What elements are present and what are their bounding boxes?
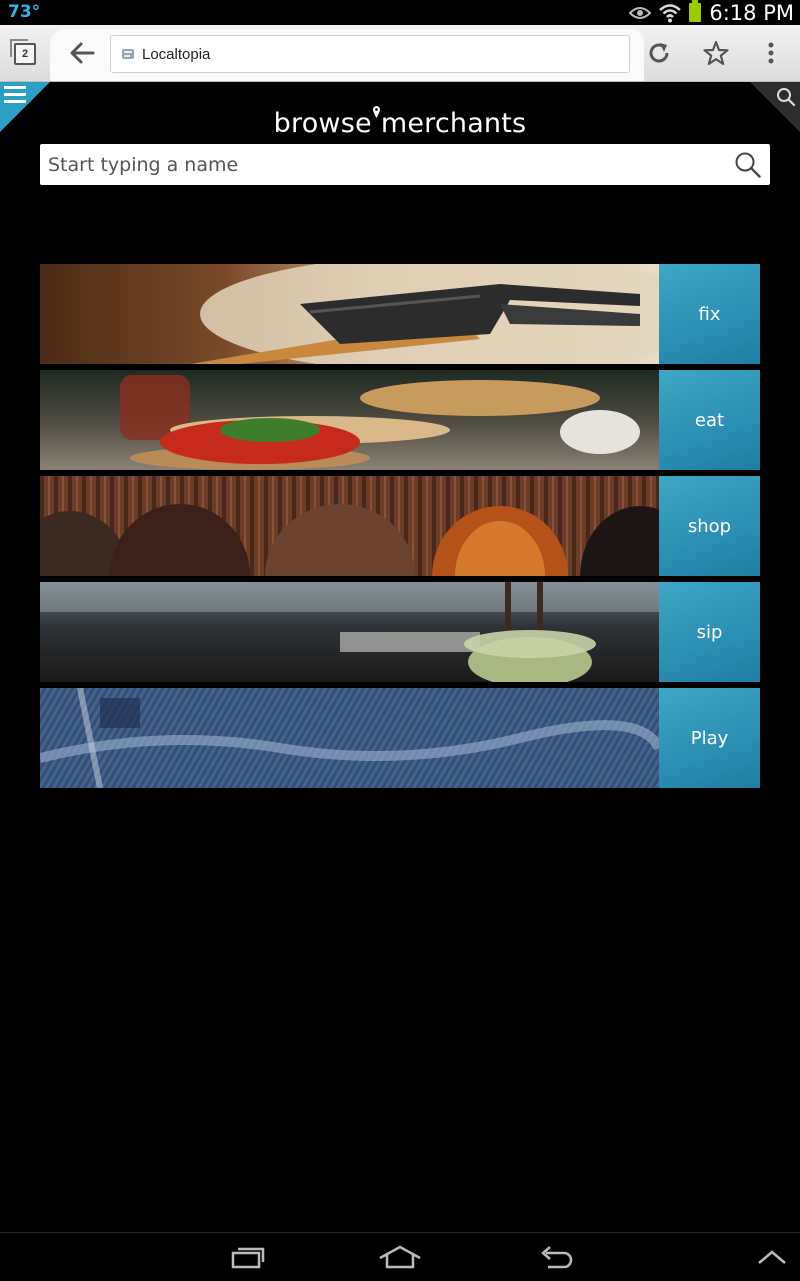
browser-toolbar: 2 Localtopia [0, 25, 800, 82]
hamburger-menu-icon[interactable] [4, 86, 26, 107]
battery-icon [689, 0, 702, 22]
clock: 6:18 PM [709, 0, 794, 25]
bookmark-star-button[interactable] [700, 37, 732, 69]
temperature-readout: 73° [8, 2, 41, 22]
address-bar[interactable]: Localtopia [110, 35, 630, 73]
category-photo-bruschetta [40, 370, 659, 470]
brand-word-merchants: merchants [380, 108, 527, 139]
overflow-menu-button[interactable] [755, 37, 787, 69]
system-nav-bar [0, 1232, 800, 1281]
category-eat[interactable]: eat [40, 370, 760, 470]
category-sip[interactable]: sip [40, 582, 760, 682]
eye-icon [629, 6, 652, 19]
category-photo-smoothie [40, 582, 659, 682]
brand-word-browse: browse [273, 108, 372, 139]
category-label: shop [687, 515, 732, 537]
wifi-icon [659, 3, 682, 22]
category-shop[interactable]: shop [40, 476, 760, 576]
status-bar: 73° 6:18 PM [0, 0, 800, 25]
reload-icon [649, 43, 669, 63]
category-label: eat [694, 409, 725, 431]
category-photo-hammer [40, 264, 659, 364]
recent-apps-icon [231, 1247, 265, 1269]
category-photo-shoes [40, 476, 659, 576]
overflow-menu-icon [768, 42, 774, 64]
category-label: fix [698, 303, 721, 325]
back-icon [541, 1246, 573, 1269]
merchant-search-input[interactable] [48, 144, 728, 185]
category-list: fix eat shop sip Play [40, 264, 760, 794]
search-icon[interactable] [776, 87, 796, 107]
recent-apps-button[interactable] [222, 1241, 270, 1273]
star-icon [703, 40, 729, 66]
collapse-chevron-icon [758, 1250, 786, 1264]
tab-switcher-button[interactable]: 2 [10, 39, 36, 65]
reload-button[interactable] [643, 37, 675, 69]
back-arrow-icon [70, 42, 95, 64]
site-favicon-icon [121, 47, 135, 61]
merchant-search-box [40, 144, 770, 185]
status-icons: 6:18 PM [629, 0, 794, 25]
category-photo-denim [40, 688, 659, 788]
home-icon [379, 1245, 421, 1269]
category-play[interactable]: Play [40, 688, 760, 788]
search-submit-icon[interactable] [734, 151, 762, 179]
category-label: Play [690, 727, 729, 749]
url-text: Localtopia [142, 45, 211, 63]
collapse-button[interactable] [748, 1241, 796, 1273]
category-label: sip [696, 621, 723, 643]
page-title: browse merchants [0, 106, 800, 139]
back-button[interactable] [62, 39, 102, 67]
map-pin-icon [372, 106, 380, 118]
home-button[interactable] [376, 1241, 424, 1273]
back-nav-button[interactable] [532, 1241, 580, 1273]
category-fix[interactable]: fix [40, 264, 760, 364]
